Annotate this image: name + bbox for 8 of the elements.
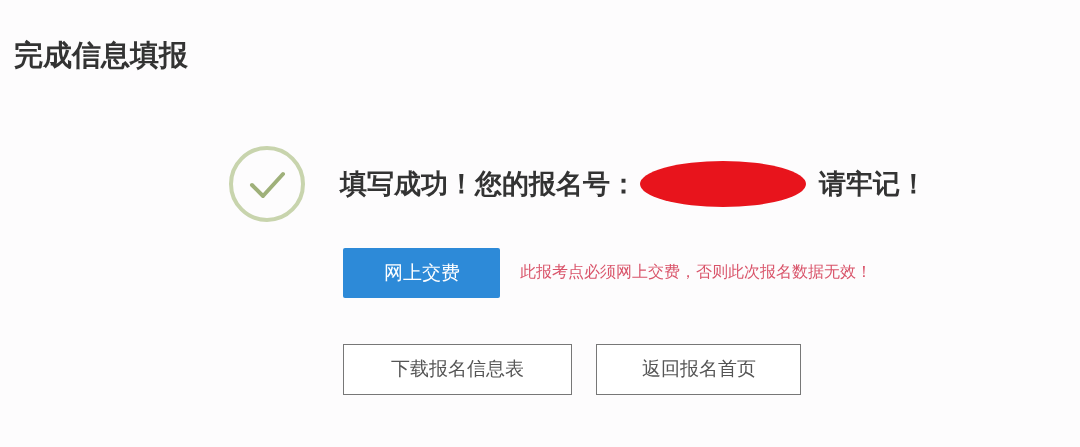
return-home-button[interactable]: 返回报名首页: [596, 343, 801, 395]
success-message: 填写成功！您的报名号：: [340, 166, 637, 201]
pay-online-button[interactable]: 网上交费: [343, 247, 500, 298]
download-form-button[interactable]: 下载报名信息表: [343, 343, 572, 395]
check-circle-icon: [228, 144, 306, 223]
reminder-text: 请牢记！: [819, 166, 927, 201]
page-title: 完成信息填报: [14, 38, 188, 73]
warning-text: 此报考点必须网上交费，否则此次报名数据无效！: [520, 262, 872, 284]
